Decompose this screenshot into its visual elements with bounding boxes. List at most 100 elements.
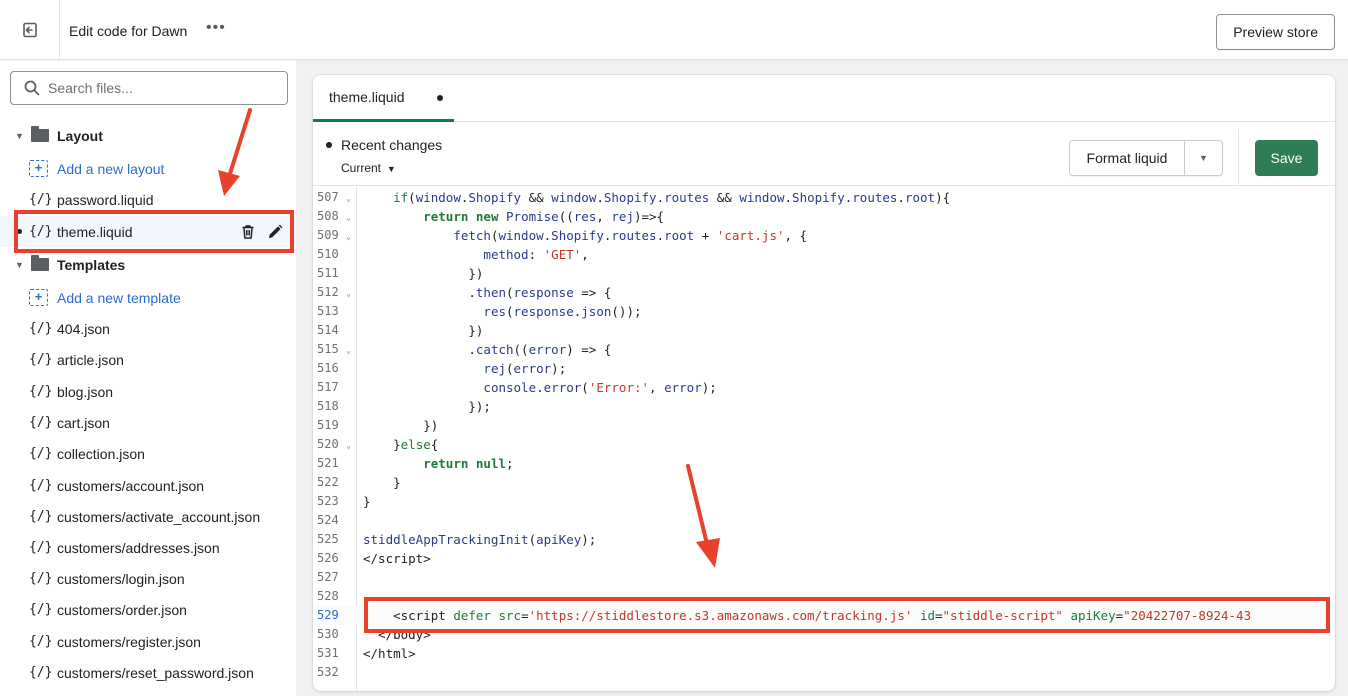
format-liquid-group: Format liquid ▼: [1069, 140, 1223, 176]
unsaved-dot: [437, 95, 443, 101]
caret-down-icon: ▼: [15, 130, 24, 141]
preview-store-button[interactable]: Preview store: [1216, 14, 1335, 50]
file-customers-order-json[interactable]: {/} customers/order.json: [0, 594, 296, 625]
code-line: 508 ⌄ return new Promise((res, rej)=>{: [317, 209, 665, 224]
trash-icon[interactable]: [240, 224, 256, 240]
caret-down-icon: ▼: [384, 164, 396, 174]
tab-theme-liquid[interactable]: theme.liquid: [313, 75, 454, 122]
annotation-arrow-icon: [686, 464, 720, 568]
version-select[interactable]: Current ▼: [341, 161, 396, 175]
file-blog-json[interactable]: {/} blog.json: [0, 376, 296, 407]
code-file-icon: {/}: [29, 634, 53, 649]
save-button[interactable]: Save: [1255, 140, 1318, 176]
file-customers-account-json[interactable]: {/} customers/account.json: [0, 470, 296, 501]
file-customers-reset-password-json[interactable]: {/} customers/reset_password.json: [0, 657, 296, 688]
add-template-label: Add a new template: [57, 289, 181, 306]
file-theme-liquid[interactable]: {/} theme.liquid: [0, 216, 296, 247]
code-line: 525 stiddleAppTrackingInit(apiKey);: [317, 532, 597, 547]
file-customers-addresses-json[interactable]: {/} customers/addresses.json: [0, 532, 296, 563]
code-line: 509 ⌄ fetch(window.Shopify.routes.root +…: [317, 228, 808, 243]
format-options-button[interactable]: ▼: [1185, 141, 1222, 175]
code-line: 532: [317, 665, 339, 679]
code-file-icon: {/}: [29, 540, 53, 555]
caret-down-icon: ▼: [1199, 153, 1208, 163]
modified-dot: [17, 229, 22, 234]
code-file-icon: {/}: [29, 571, 53, 586]
file-customers-activate-account-json[interactable]: {/} customers/activate_account.json: [0, 501, 296, 532]
code-line: 516 rej(error);: [317, 361, 567, 376]
file-label: customers/register.json: [57, 633, 201, 650]
search-box[interactable]: [10, 71, 288, 105]
caret-down-icon: ▼: [15, 259, 24, 270]
folder-templates[interactable]: ▼ Templates: [0, 249, 296, 280]
file-label: customers/order.json: [57, 601, 187, 618]
divider: [1238, 130, 1239, 186]
version-select-label: Current: [341, 161, 382, 175]
file-label: customers/account.json: [57, 477, 205, 494]
code-file-icon: {/}: [29, 665, 53, 680]
code-file-icon: {/}: [29, 384, 53, 399]
code-line: 507 ⌄ if(window.Shopify && window.Shopif…: [317, 190, 951, 205]
more-actions-button[interactable]: •••: [206, 19, 226, 37]
annotation-arrow-icon: [218, 108, 252, 196]
code-line: 521 return null;: [317, 456, 514, 471]
file-label: customers/reset_password.json: [57, 664, 254, 681]
code-line: 528: [317, 589, 339, 603]
tab-bar: theme.liquid: [313, 75, 1335, 122]
code-file-icon: {/}: [29, 192, 53, 207]
code-line: 514 }): [317, 323, 484, 338]
code-line: 513 res(response.json());: [317, 304, 642, 319]
file-label: password.liquid: [57, 191, 154, 208]
code-line: 520 ⌄ }else{: [317, 437, 439, 452]
code-file-icon: {/}: [29, 352, 53, 367]
file-customers-login-json[interactable]: {/} customers/login.json: [0, 563, 296, 594]
folder-icon: [31, 255, 49, 271]
add-template-link[interactable]: + Add a new template: [0, 282, 296, 313]
code-line: 518 });: [317, 399, 491, 414]
code-line: 515 ⌄ .catch((error) => {: [317, 342, 612, 357]
tab-label: theme.liquid: [329, 89, 405, 105]
exit-editor-button[interactable]: [0, 0, 60, 60]
code-file-icon: {/}: [29, 321, 53, 336]
recent-changes-label: Recent changes: [341, 137, 443, 153]
code-file-icon: {/}: [29, 446, 53, 461]
code-editor[interactable]: 507 ⌄ if(window.Shopify && window.Shopif…: [313, 187, 1335, 691]
editor-panel: theme.liquid Recent changes Current ▼ Fo…: [313, 75, 1335, 691]
file-label: cart.json: [57, 414, 110, 431]
code-line: 510 method: 'GET',: [317, 247, 589, 262]
code-line: 530 </body>: [317, 627, 431, 642]
file-collection-json[interactable]: {/} collection.json: [0, 438, 296, 469]
code-file-icon: {/}: [29, 602, 53, 617]
code-line: 522 }: [317, 475, 401, 490]
folder-label: Layout: [57, 127, 103, 144]
code-line: 523}: [317, 494, 371, 509]
add-file-icon: +: [29, 160, 48, 177]
file-404-json[interactable]: {/} 404.json: [0, 313, 296, 344]
file-article-json[interactable]: {/} article.json: [0, 344, 296, 375]
folder-icon: [31, 126, 49, 142]
editor-toolbar: Recent changes Current ▼ Format liquid ▼…: [313, 130, 1335, 186]
file-customers-register-json[interactable]: {/} customers/register.json: [0, 626, 296, 657]
code-line: 531 </html>: [317, 646, 416, 661]
add-layout-label: Add a new layout: [57, 160, 165, 177]
code-file-icon: {/}: [29, 478, 53, 493]
code-line: 512 ⌄ .then(response => {: [317, 285, 612, 300]
pencil-icon[interactable]: [266, 223, 284, 241]
file-cart-json[interactable]: {/} cart.json: [0, 407, 296, 438]
file-actions: [240, 223, 284, 241]
top-bar: Edit code for Dawn ••• Preview store: [0, 0, 1348, 60]
file-label: blog.json: [57, 383, 114, 400]
file-label: 404.json: [57, 320, 110, 337]
format-liquid-button[interactable]: Format liquid: [1070, 141, 1185, 175]
exit-icon: [22, 22, 37, 38]
search-input[interactable]: [48, 80, 268, 96]
code-line: 524: [317, 513, 339, 527]
file-label: collection.json: [57, 445, 145, 462]
search-icon: [24, 80, 40, 96]
code-line: 519 }): [317, 418, 439, 433]
add-file-icon: +: [29, 289, 48, 306]
status-dot: [326, 142, 332, 148]
code-line-current: 529 <script defer src='https://stiddlest…: [313, 606, 1335, 625]
code-file-icon: {/}: [29, 415, 53, 430]
file-label: customers/login.json: [57, 570, 185, 587]
